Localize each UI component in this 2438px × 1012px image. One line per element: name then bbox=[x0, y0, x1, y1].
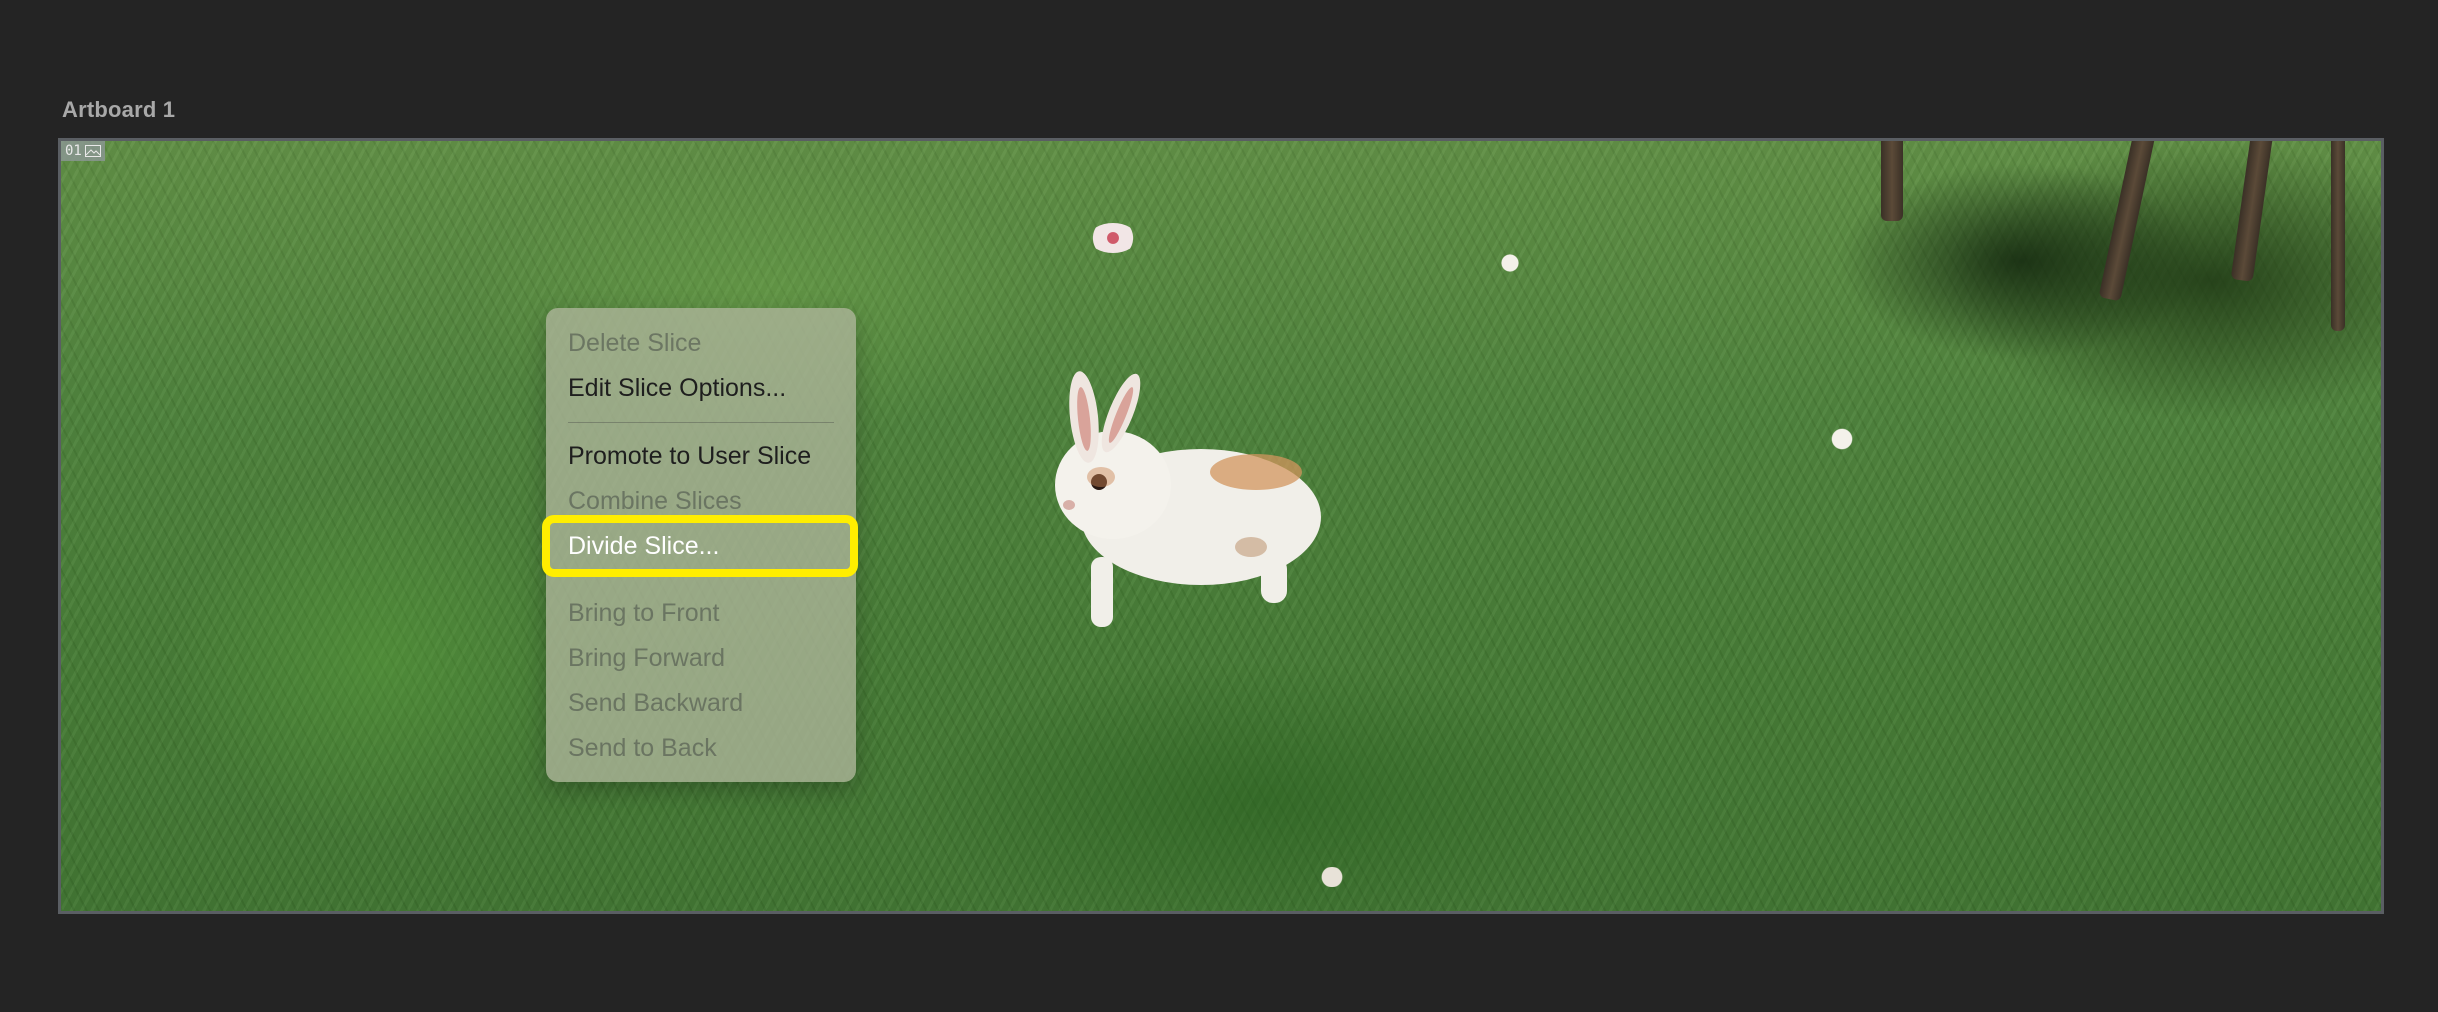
artboard[interactable]: 01 bbox=[58, 138, 2384, 914]
menu-item-edit-slice-options[interactable]: Edit Slice Options... bbox=[546, 366, 856, 411]
flower-petals bbox=[1317, 867, 1347, 887]
rabbit-image bbox=[1055, 371, 1321, 627]
flower-petals bbox=[1831, 425, 1853, 453]
flower-petals bbox=[1499, 253, 1521, 273]
menu-item-delete-slice[interactable]: Delete Slice bbox=[546, 321, 856, 366]
menu-item-bring-forward[interactable]: Bring Forward bbox=[546, 636, 856, 681]
menu-item-combine-slices[interactable]: Combine Slices bbox=[546, 479, 856, 524]
tree-trunk bbox=[2098, 141, 2156, 302]
slice-number-badge[interactable]: 01 bbox=[61, 141, 105, 161]
flower-petals bbox=[1089, 223, 1137, 253]
menu-item-promote-to-user-slice[interactable]: Promote to User Slice bbox=[546, 434, 856, 479]
menu-item-send-backward[interactable]: Send Backward bbox=[546, 681, 856, 726]
menu-item-divide-slice[interactable]: Divide Slice... bbox=[542, 515, 858, 577]
image-icon bbox=[84, 145, 101, 157]
canvas-workspace[interactable]: Artboard 1 01 Delete Slice Edit Slice Op… bbox=[0, 0, 2438, 1012]
tree-trunk bbox=[1881, 141, 1903, 221]
tree-trunk bbox=[2230, 141, 2274, 282]
artboard-title[interactable]: Artboard 1 bbox=[62, 97, 175, 123]
slice-number: 01 bbox=[65, 143, 82, 159]
menu-item-send-to-back[interactable]: Send to Back bbox=[546, 726, 856, 771]
menu-item-bring-to-front[interactable]: Bring to Front bbox=[546, 591, 856, 636]
context-menu: Delete Slice Edit Slice Options... Promo… bbox=[542, 308, 858, 782]
menu-spacer bbox=[546, 569, 856, 591]
tree-trunk bbox=[2331, 141, 2345, 331]
menu-separator bbox=[568, 422, 834, 423]
